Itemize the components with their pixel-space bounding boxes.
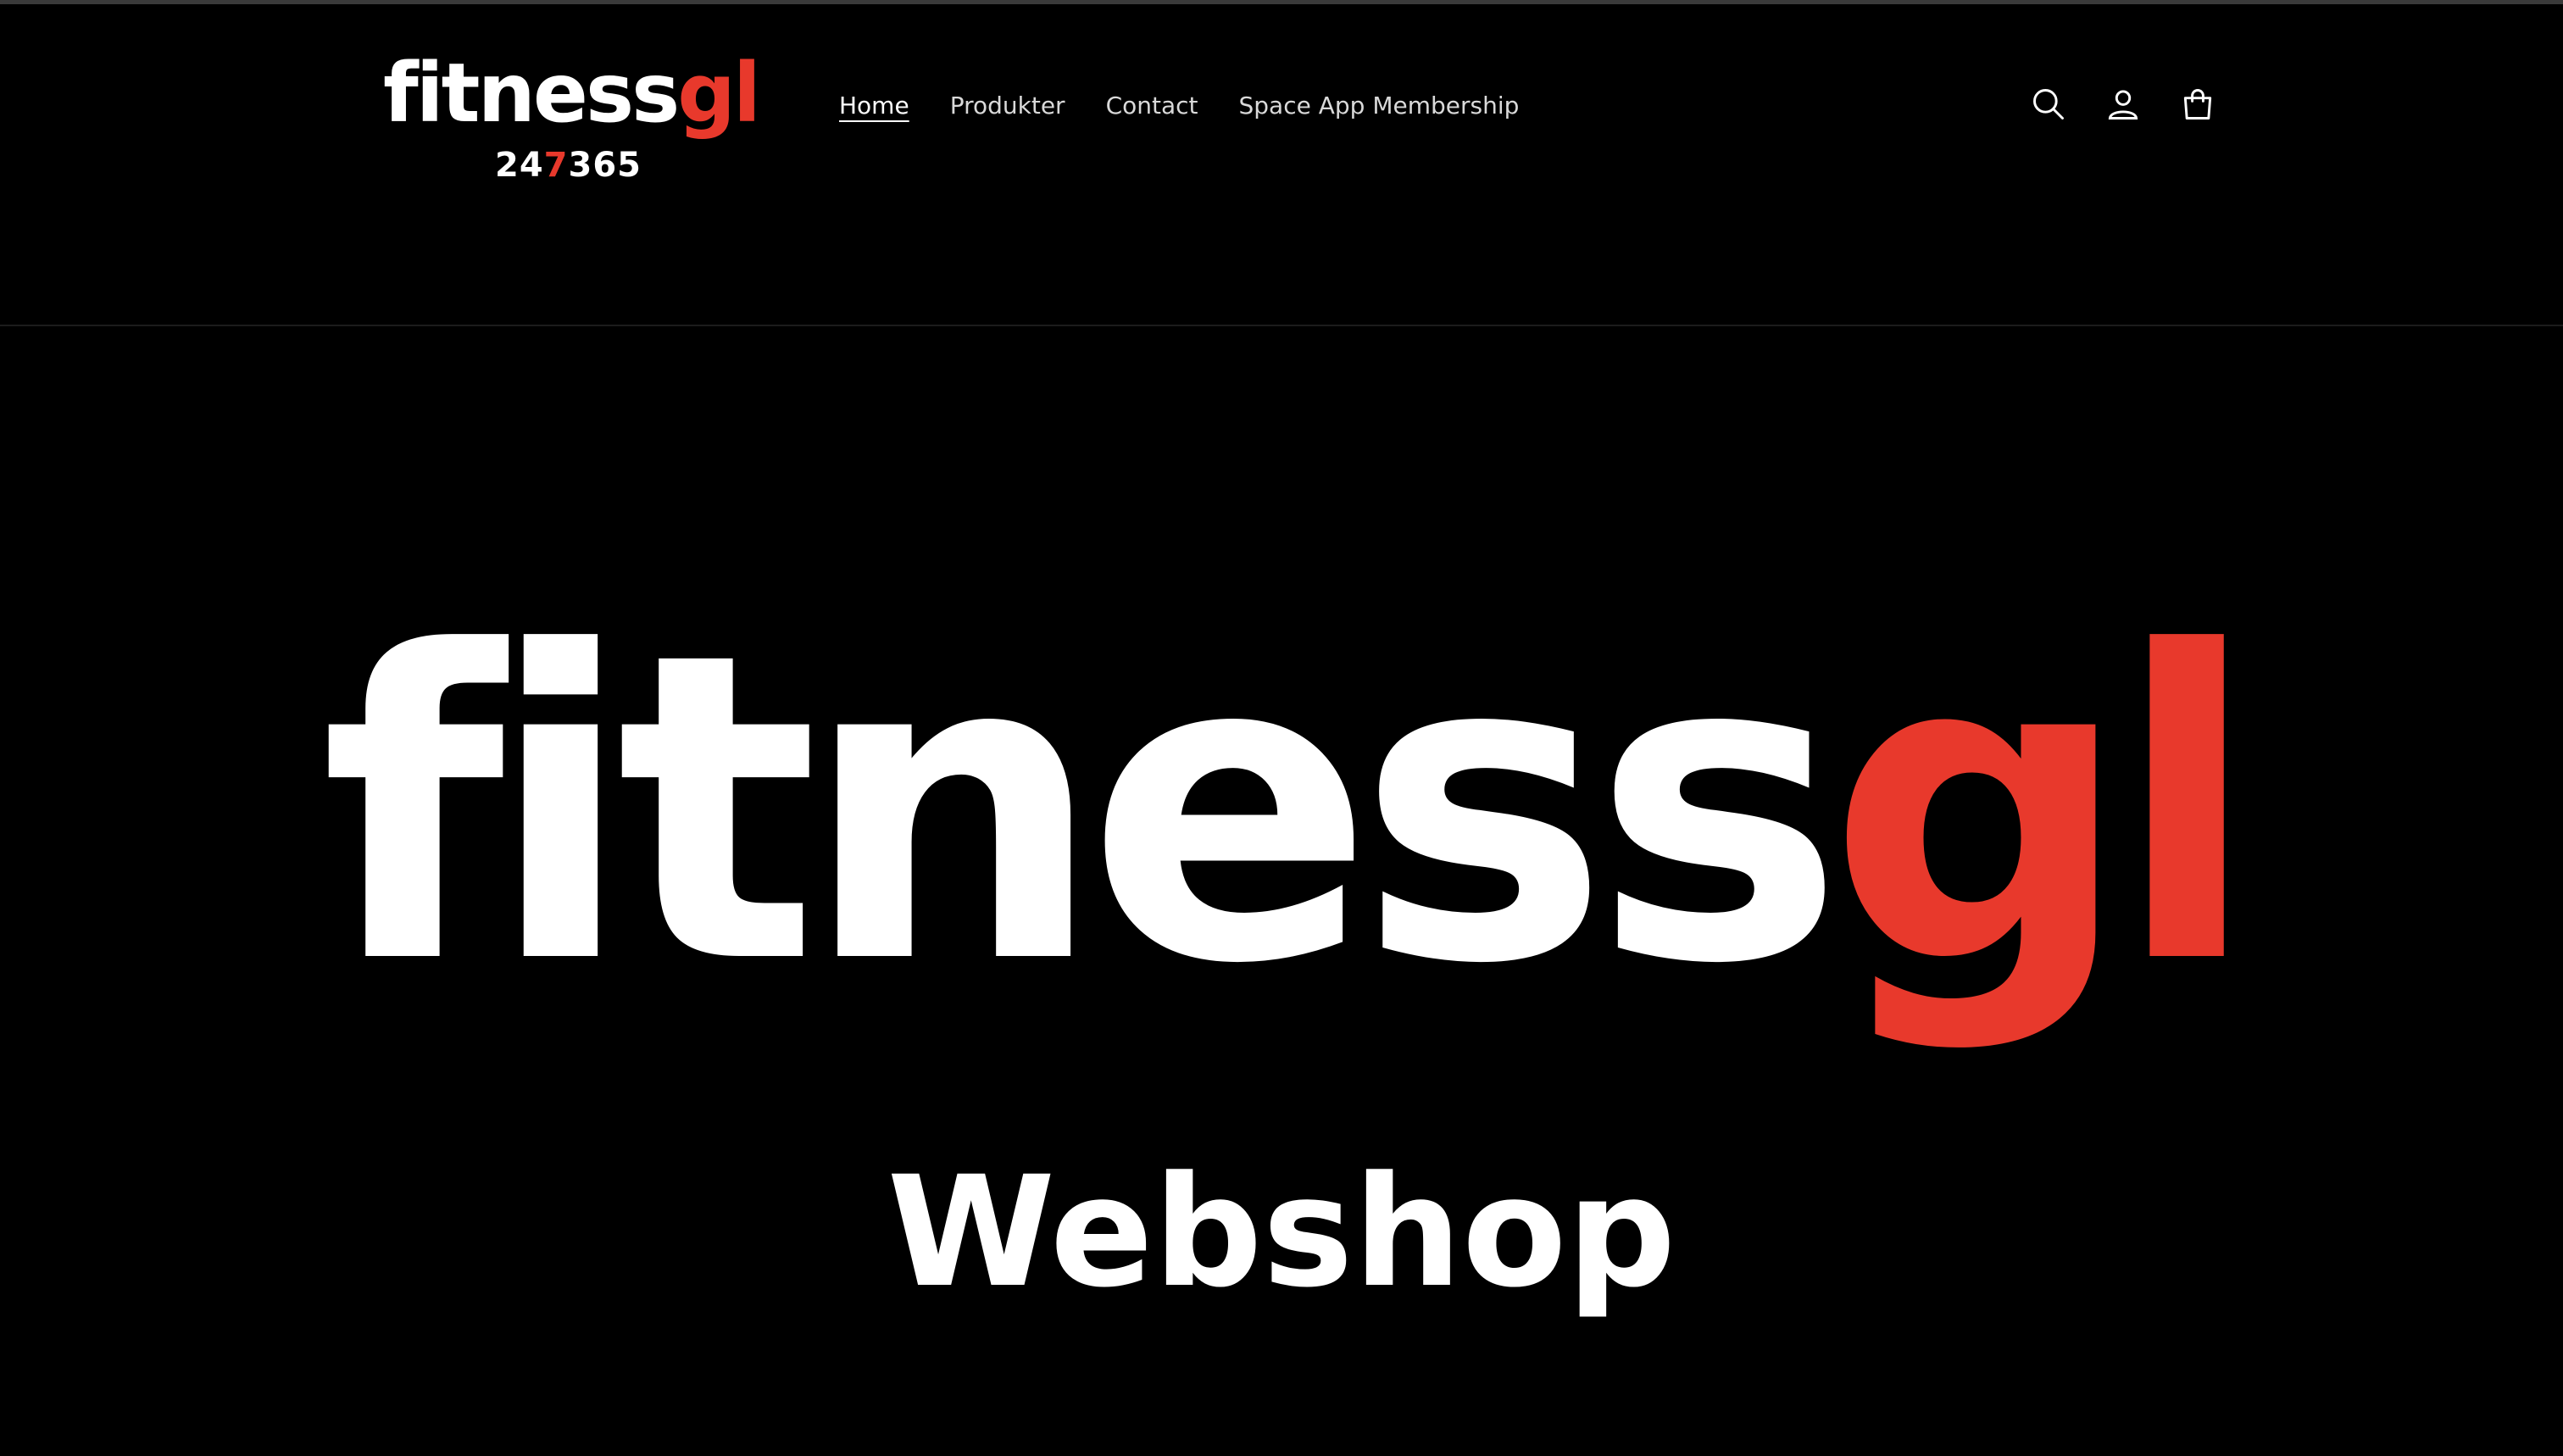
site-logo[interactable]: fitnessgl 247365 — [383, 42, 761, 195]
hero-banner: fitnessgl Webshop — [0, 326, 2563, 1456]
main-nav: Home Produkter Contact Space App Members… — [839, 85, 1559, 127]
hero-subtitle: Webshop — [887, 1144, 1676, 1321]
search-icon[interactable] — [2021, 77, 2076, 131]
nav-space-app-membership[interactable]: Space App Membership — [1239, 85, 1520, 127]
header-icons — [2021, 77, 2245, 131]
nav-produkter[interactable]: Produkter — [950, 85, 1065, 127]
site-header: fitnessgl 247365 Home Produkter Contact … — [0, 4, 2563, 326]
hero-wordmark: fitnessgl — [320, 563, 2260, 1056]
nav-home[interactable]: Home — [839, 85, 909, 127]
nav-contact[interactable]: Contact — [1106, 85, 1198, 127]
logo-wordmark: fitnessgl — [383, 46, 761, 141]
cart-icon[interactable] — [2171, 77, 2225, 131]
logo-number: 247365 — [495, 146, 642, 185]
account-icon[interactable] — [2096, 77, 2150, 131]
